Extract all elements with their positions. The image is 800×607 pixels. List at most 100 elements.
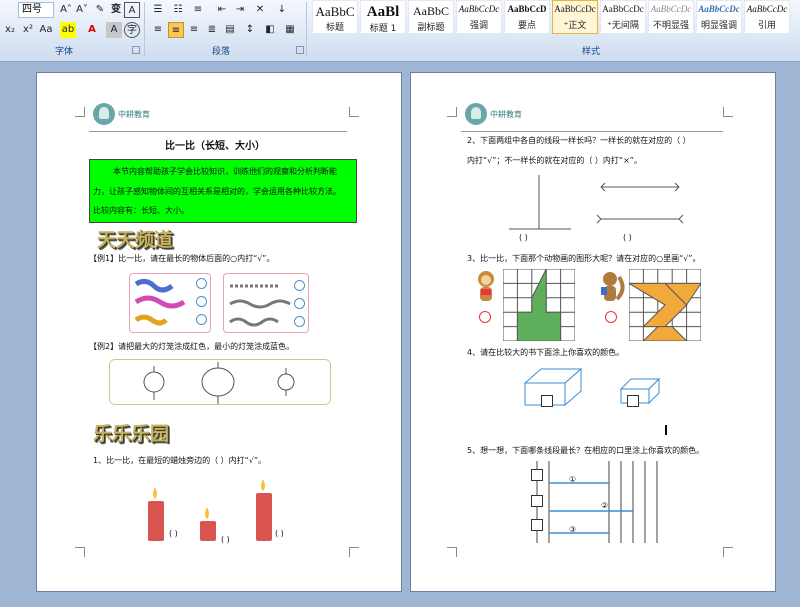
style-sample: AaBbCcDc: [458, 4, 500, 14]
crop-mark: [75, 107, 85, 117]
answer-parenthesis[interactable]: ( ): [169, 529, 178, 538]
lantern-icon: [277, 368, 295, 396]
intro-box: 本节内容帮助孩子学会比较知识，训练他们的观察和分析判断能 力，让孩子感知物体间的…: [89, 159, 357, 223]
align-left-icon[interactable]: ≡: [150, 22, 166, 38]
logo: 中耕教育: [465, 103, 522, 125]
lantern-icon: [201, 362, 235, 404]
page-1: 中耕教育 比一比（长短、大小） 本节内容帮助孩子学会比较知识，训练他们的观察和分…: [36, 72, 402, 592]
snake-icon: [134, 314, 168, 326]
answer-parenthesis[interactable]: ( ): [275, 529, 284, 538]
style-name: 标题: [325, 23, 344, 33]
paragraph-dialog-icon[interactable]: [296, 46, 304, 54]
answer-box[interactable]: [531, 495, 543, 507]
example-2-text: 【例2】请把最大的灯笼涂成红色，最小的灯笼涂成蓝色。: [89, 342, 295, 351]
header-rule: [461, 131, 723, 132]
logo-icon: [465, 103, 487, 125]
answer-circle[interactable]: [605, 311, 617, 323]
answer-parenthesis[interactable]: ( ): [623, 233, 632, 242]
style-sample: AaBbC: [315, 4, 355, 19]
highlight-icon[interactable]: ab: [60, 22, 76, 38]
style-subtle-emphasis[interactable]: AaBbCcDc 不明显强调: [648, 0, 694, 34]
intro-line: 本节内容帮助孩子学会比较知识，训练他们的观察和分析判断能: [113, 167, 337, 176]
enclose-char-icon[interactable]: 字: [124, 22, 140, 38]
align-center-icon[interactable]: ≡: [168, 22, 184, 38]
char-border-icon[interactable]: A: [124, 2, 140, 18]
multilevel-list-icon[interactable]: ≡: [190, 2, 206, 18]
question-1-text: 1、比一比，在最短的蜡烛旁边的（ ）内打“√”。: [93, 456, 267, 465]
clear-format-icon[interactable]: ✎: [92, 2, 108, 18]
header-rule: [89, 131, 347, 132]
text-cursor: [665, 425, 667, 435]
answer-circle[interactable]: [294, 316, 305, 327]
style-heading1[interactable]: AaBl 标题 1: [360, 0, 406, 34]
lanterns-illustration: [143, 362, 295, 404]
grid-shape-orange: [629, 269, 701, 341]
style-normal[interactable]: AaBbCcDc ⁺正文: [552, 0, 598, 34]
style-sample: AaBbC: [413, 4, 449, 18]
style-name: ⁺无间隔: [607, 21, 639, 31]
justify-icon[interactable]: ≣: [204, 22, 220, 38]
line-spacing-icon[interactable]: ↕: [242, 22, 258, 38]
numbering-icon[interactable]: ☷: [170, 2, 186, 18]
crop-mark: [447, 547, 457, 557]
crop-mark: [723, 547, 733, 557]
rope-icon: [229, 317, 279, 327]
answer-circle[interactable]: [196, 278, 207, 289]
superscript-icon[interactable]: x²: [20, 22, 36, 38]
style-sample: AaBbCcDc: [602, 4, 644, 14]
shading-icon[interactable]: ◧: [262, 22, 278, 38]
styles-gallery: AaBbC 标题 AaBl 标题 1 AaBbC 副标题 AaBbCcDc 强调 AaB…: [310, 0, 800, 40]
answer-box[interactable]: [627, 395, 639, 407]
grow-font-icon[interactable]: A˄: [58, 2, 74, 18]
answer-circle[interactable]: [294, 298, 305, 309]
styles-group-label: 样式: [582, 47, 601, 57]
sort-icon[interactable]: ↓: [274, 2, 290, 18]
answer-circle[interactable]: [294, 280, 305, 291]
font-size-box[interactable]: 四号: [18, 2, 54, 18]
rope-icon: [229, 299, 291, 309]
rope-frame: [223, 273, 309, 333]
borders-icon[interactable]: ▦: [282, 22, 298, 38]
squirrel-icon: [601, 272, 625, 301]
example-1-text: 【例1】比一比，请在最长的物体后面的○内打“√”。: [89, 254, 275, 263]
segment-label-3: ③: [569, 525, 577, 534]
style-quote[interactable]: AaBbCcDc 引用: [744, 0, 790, 34]
decrease-indent-icon[interactable]: ⇤: [214, 2, 230, 18]
answer-parenthesis[interactable]: ( ): [221, 535, 230, 544]
increase-indent-icon[interactable]: ⇥: [232, 2, 248, 18]
answer-box[interactable]: [531, 469, 543, 481]
style-name: 不明显强调: [652, 21, 689, 31]
font-dialog-icon[interactable]: [132, 46, 140, 54]
logo-icon: [93, 103, 115, 125]
answer-box[interactable]: [541, 395, 553, 407]
answer-circle[interactable]: [196, 296, 207, 307]
shrink-font-icon[interactable]: A˅: [74, 2, 90, 18]
intro-line: 比较内容有：长短、大小。: [93, 206, 189, 215]
style-subtitle[interactable]: AaBbC 副标题: [408, 0, 454, 34]
style-no-spacing[interactable]: AaBbCcDc ⁺无间隔: [600, 0, 646, 34]
style-emphasis[interactable]: AaBbCcDc 强调: [456, 0, 502, 34]
style-strong[interactable]: AaBbCcD 要点: [504, 0, 550, 34]
question-2-text: 内打“√”；不一样长的就在对应的（ ）内打“×”。: [467, 156, 642, 165]
phonetic-icon[interactable]: 变: [108, 2, 124, 18]
distribute-icon[interactable]: ▤: [222, 22, 238, 38]
answer-circle[interactable]: [479, 311, 491, 323]
segment-label-1: ①: [569, 475, 577, 484]
candles-illustration: [148, 479, 272, 541]
subscript-icon[interactable]: x₂: [2, 22, 18, 38]
align-right-icon[interactable]: ≡: [186, 22, 202, 38]
answer-circle[interactable]: [196, 314, 207, 325]
answer-box[interactable]: [531, 519, 543, 531]
bullets-icon[interactable]: ☰: [150, 2, 166, 18]
chinese-layout-icon[interactable]: ✕: [252, 2, 268, 18]
char-shading-icon[interactable]: A: [106, 22, 122, 38]
page-2: 中耕教育 2、下面两组中各自的线段一样长吗？一样长的就在对应的（ ） 内打“√”…: [410, 72, 776, 592]
style-intense-emphasis[interactable]: AaBbCcDc 明显强调: [696, 0, 742, 34]
answer-parenthesis[interactable]: ( ): [519, 233, 528, 242]
style-name: 要点: [517, 21, 536, 31]
change-case-icon[interactable]: Aa: [38, 22, 54, 38]
style-sample: AaBbCcDc: [554, 4, 596, 14]
logo-text: 中耕教育: [118, 109, 150, 119]
font-color-icon[interactable]: A: [84, 22, 100, 38]
style-title[interactable]: AaBbC 标题: [312, 0, 358, 34]
